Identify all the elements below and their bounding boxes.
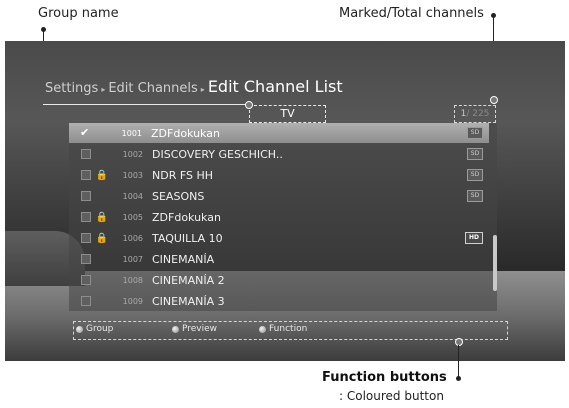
checkbox-icon[interactable] — [81, 254, 91, 264]
callout-ring-group — [245, 101, 253, 109]
lock-icon: 🔒 — [95, 232, 109, 244]
preview-function-label: Preview — [182, 324, 218, 334]
channel-number: 1007 — [122, 254, 143, 264]
hd-badge-icon: HD — [465, 232, 483, 244]
channel-number: 1004 — [122, 191, 143, 201]
channel-name: CINEMANÍA 2 — [152, 273, 225, 287]
checkbox-icon[interactable] — [81, 170, 91, 180]
channel-name: NDR FS HH — [152, 168, 213, 182]
breadcrumb: Settings ▸ Edit Channels ▸ Edit Channel List — [45, 77, 343, 96]
sd-badge-icon: SD — [467, 148, 483, 160]
function-buttons-callout: Function buttons — [322, 370, 447, 385]
breadcrumb-edit-channels: Edit Channels — [108, 81, 198, 96]
marked-total-callout: Marked/Total channels — [339, 6, 484, 21]
channel-name: CINEMANÍA — [152, 252, 215, 266]
callout-ring-marked — [490, 96, 498, 104]
scrollbar[interactable] — [493, 235, 497, 291]
channel-name: SEASONS — [152, 189, 205, 203]
channel-number: 1001 — [121, 128, 142, 138]
channel-name: ZDFdokukan — [152, 210, 221, 224]
checkbox-checked-icon[interactable]: ✔ — [80, 127, 90, 139]
total-count: / 225 — [466, 109, 490, 119]
channel-row-1003[interactable]: 🔒 1003 NDR FS HH SD — [69, 165, 489, 185]
sd-badge-icon: SD — [467, 169, 483, 181]
checkbox-icon[interactable] — [81, 233, 91, 243]
sd-badge-icon: SD — [467, 190, 483, 202]
function-function-label: Function — [269, 324, 308, 334]
channel-number: 1006 — [122, 233, 143, 243]
channel-number: 1003 — [122, 170, 143, 180]
breadcrumb-separator-icon: ▸ — [200, 85, 205, 94]
coloured-button-icon — [259, 325, 266, 333]
channel-name: CINEMANÍA 3 — [152, 294, 225, 308]
channel-row-1002[interactable]: 1002 DISCOVERY GESCHICH.. SD — [69, 144, 489, 164]
channel-row-1004[interactable]: 1004 SEASONS SD — [69, 186, 489, 206]
channel-row-1007[interactable]: 1007 CINEMANÍA — [69, 249, 489, 269]
callout-line-group-horizontal — [43, 104, 246, 105]
channel-number: 1009 — [122, 296, 143, 306]
checkbox-icon[interactable] — [81, 149, 91, 159]
group-function-label: Group — [86, 324, 114, 334]
breadcrumb-settings: Settings — [45, 81, 99, 96]
coloured-button-icon — [76, 325, 83, 333]
callout-line-function — [458, 345, 459, 377]
function-function-button[interactable]: Function — [259, 324, 307, 334]
breadcrumb-separator-icon: ▸ — [101, 85, 106, 94]
coloured-button-callout: : Coloured button — [339, 389, 444, 403]
channel-number: 1008 — [122, 275, 143, 285]
channel-row-1009[interactable]: 1009 CINEMANÍA 3 — [69, 291, 489, 311]
channel-list: ✔ 1001 ZDFdokukan SD 1002 DISCOVERY GESC… — [69, 123, 497, 311]
checkbox-icon[interactable] — [81, 275, 91, 285]
checkbox-icon[interactable] — [81, 191, 91, 201]
channel-number: 1002 — [122, 149, 143, 159]
lock-icon: 🔒 — [95, 211, 109, 223]
lock-icon: 🔒 — [95, 169, 109, 181]
channel-row-1005[interactable]: 🔒 1005 ZDFdokukan — [69, 207, 489, 227]
preview-function-button[interactable]: Preview — [172, 324, 217, 334]
marked-total-counter: 1/ 225 — [454, 105, 496, 123]
callout-ring-function — [455, 338, 463, 346]
group-selector[interactable]: TV — [249, 105, 326, 123]
channel-row-1008[interactable]: 1008 CINEMANÍA 2 — [69, 270, 489, 290]
group-function-button[interactable]: Group — [76, 324, 113, 334]
page-title: Edit Channel List — [207, 77, 343, 96]
coloured-button-icon — [172, 325, 179, 333]
channel-name: TAQUILLA 10 — [152, 231, 223, 245]
callout-dot-function — [456, 376, 461, 381]
channel-number: 1005 — [122, 212, 143, 222]
checkbox-icon[interactable] — [81, 212, 91, 222]
channel-row-1001[interactable]: ✔ 1001 ZDFdokukan SD — [69, 123, 489, 143]
checkbox-icon[interactable] — [81, 296, 91, 306]
channel-name: ZDFdokukan — [151, 126, 220, 140]
function-bar: Group Preview Function — [73, 321, 508, 340]
sd-badge-icon: SD — [467, 127, 483, 139]
tv-screen: Settings ▸ Edit Channels ▸ Edit Channel List… — [5, 41, 565, 361]
channel-name: DISCOVERY GESCHICH.. — [152, 147, 283, 161]
group-name-callout: Group name — [38, 6, 119, 21]
channel-row-1006[interactable]: 🔒 1006 TAQUILLA 10 HD — [69, 228, 489, 248]
